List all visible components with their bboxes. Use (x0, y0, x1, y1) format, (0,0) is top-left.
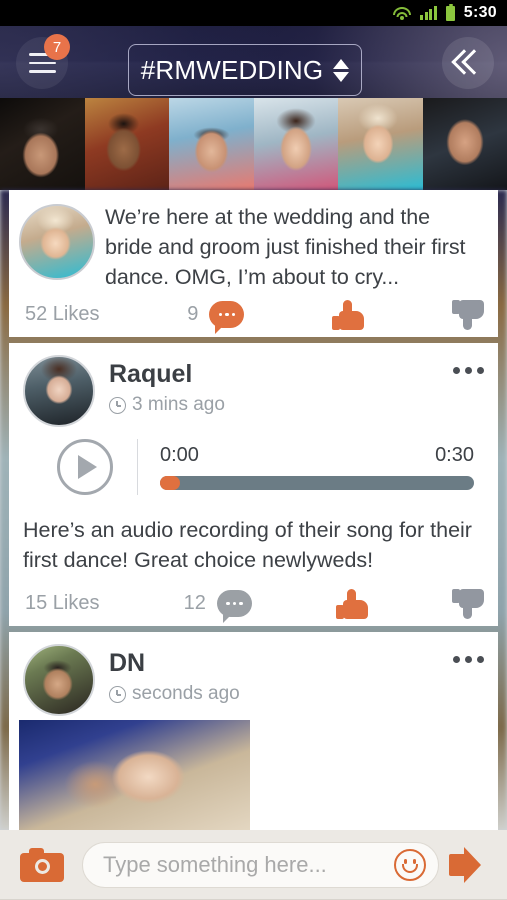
post-timestamp: seconds ago (132, 683, 240, 704)
participant-avatar[interactable] (0, 98, 85, 190)
comment-button[interactable]: 9 (187, 301, 245, 334)
post-photo[interactable] (258, 720, 489, 830)
participant-avatar[interactable] (253, 98, 338, 190)
likes-count: 52 Likes (25, 303, 100, 325)
post-timestamp: 3 mins ago (132, 394, 225, 415)
comment-button[interactable]: 12 (183, 590, 252, 623)
post-text-line: first dance! Great choice newlyweds! (23, 548, 374, 572)
smiley-icon[interactable] (394, 849, 426, 881)
post-photo-grid (9, 716, 498, 830)
post-text-line: Here’s an audio recording of their song … (23, 518, 472, 542)
avatar[interactable] (23, 644, 95, 716)
post-text: We’re here at the wedding and the bride … (105, 200, 479, 292)
thumbs-up-icon[interactable] (335, 588, 368, 619)
participant-avatar[interactable] (169, 98, 254, 190)
post-actions: 15 Likes 12 (9, 581, 498, 626)
double-chevron-left-icon (453, 50, 483, 76)
signal-icon (420, 6, 437, 20)
audio-progress-slider[interactable] (160, 476, 474, 490)
post-card: We’re here at the wedding and the bride … (9, 190, 498, 337)
audio-player: 0:00 0:30 (9, 427, 498, 511)
updown-spinner-icon (333, 58, 350, 82)
comment-bubble-icon (216, 590, 252, 623)
hamburger-menu-icon[interactable]: 7 (16, 34, 70, 89)
message-input-wrapper[interactable] (82, 842, 439, 888)
post-text: Here’s an audio recording of their song … (9, 511, 498, 581)
post-text-line: bride and groom just finished their firs… (105, 235, 466, 259)
participants-strip (0, 98, 507, 190)
avatar[interactable] (23, 355, 95, 427)
wifi-icon (392, 6, 411, 20)
audio-progress-thumb[interactable] (160, 476, 180, 490)
comment-bubble-icon (209, 301, 245, 334)
post-meta: 3 mins ago (109, 394, 225, 416)
camera-icon[interactable] (20, 848, 64, 882)
post-header: DN seconds ago (9, 632, 498, 716)
post-feed[interactable]: We’re here at the wedding and the bride … (0, 190, 507, 830)
app-header: 7 #RMWEDDING (0, 26, 507, 98)
thumbs-down-icon[interactable] (452, 299, 485, 330)
post-author: DN (109, 649, 146, 677)
more-options-icon[interactable] (453, 656, 484, 663)
thumbs-up-icon[interactable] (332, 299, 365, 330)
post-text-line: We’re here at the wedding and the (105, 205, 430, 229)
comment-count: 9 (187, 303, 199, 325)
divider (137, 439, 138, 495)
clock-icon (109, 396, 126, 414)
more-options-icon[interactable] (453, 367, 484, 374)
notification-badge: 7 (44, 34, 70, 60)
collapse-button[interactable] (442, 37, 494, 89)
participant-avatar[interactable] (84, 98, 169, 190)
play-icon[interactable] (57, 439, 113, 495)
likes-count: 15 Likes (25, 592, 100, 614)
audio-duration: 0:30 (435, 444, 474, 466)
megaphone-icon[interactable] (449, 847, 489, 883)
message-input[interactable] (103, 852, 394, 878)
message-composer (0, 830, 507, 900)
post-author: Raquel (109, 360, 193, 388)
avatar[interactable] (19, 204, 95, 280)
post-actions: 52 Likes 9 (9, 292, 498, 337)
post-meta: seconds ago (109, 683, 240, 705)
channel-title: #RMWEDDING (140, 54, 324, 85)
participant-avatar[interactable] (338, 98, 423, 190)
status-bar-clock: 5:30 (463, 4, 497, 21)
post-text-line: dance. OMG, I’m about to cry... (105, 265, 400, 289)
post-photo[interactable] (19, 720, 250, 830)
battery-icon (445, 3, 455, 21)
app-screen: 5:30 7 #RMWEDDING We’re here at the wedd… (0, 0, 507, 900)
post-card: DN seconds ago (9, 632, 498, 830)
post-header: Raquel 3 mins ago (9, 343, 498, 427)
channel-selector[interactable]: #RMWEDDING (128, 44, 362, 96)
comment-count: 12 (183, 592, 206, 614)
post-card: Raquel 3 mins ago 0:00 0:30 Here’s an au… (9, 343, 498, 626)
audio-current-time: 0:00 (160, 444, 199, 466)
thumbs-down-icon[interactable] (451, 588, 484, 619)
clock-icon (109, 685, 126, 703)
audio-times: 0:00 0:30 (160, 444, 482, 467)
status-bar: 5:30 (0, 0, 507, 26)
participant-avatar[interactable] (422, 98, 507, 190)
